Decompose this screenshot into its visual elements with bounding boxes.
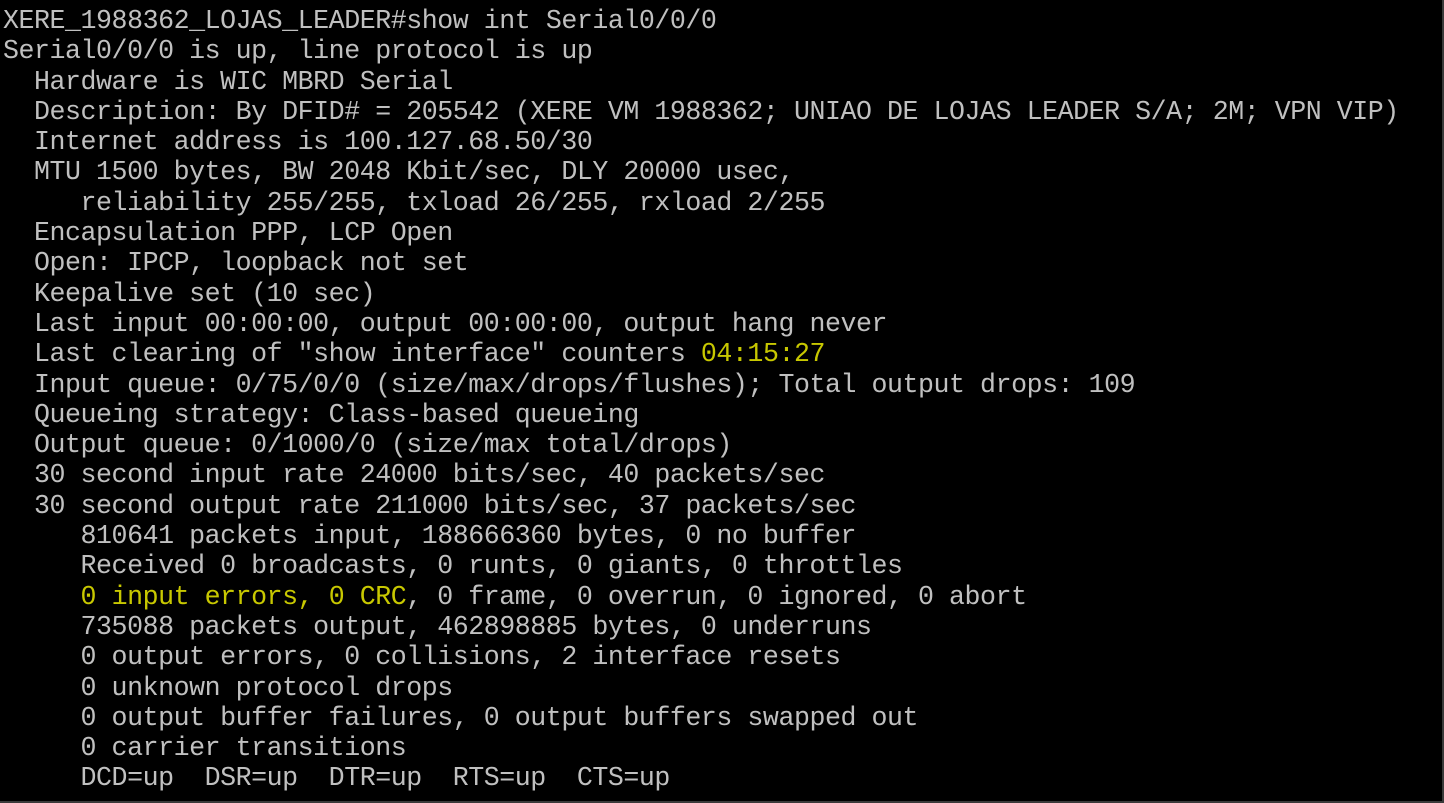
output-line: 0 output buffer failures, 0 output buffe… xyxy=(3,702,919,733)
output-line: Internet address is 100.127.68.50/30 xyxy=(3,127,593,158)
output-line: DCD=up DSR=up DTR=up RTS=up CTS=up xyxy=(3,763,671,794)
output-line: Received 0 broadcasts, 0 runts, 0 giants… xyxy=(3,551,903,582)
input-errors-rest: , 0 frame, 0 overrun, 0 ignored, 0 abort xyxy=(406,581,1027,612)
output-line: Last input 00:00:00, output 00:00:00, ou… xyxy=(3,308,888,339)
last-clearing-line: Last clearing of "show interface" counte… xyxy=(3,339,1442,369)
output-line: Serial0/0/0 is up, line protocol is up xyxy=(3,36,593,67)
output-line: Keepalive set (10 sec) xyxy=(3,278,376,309)
output-line: 0 unknown protocol drops xyxy=(3,672,454,703)
last-clearing-label: Last clearing of "show interface" counte… xyxy=(3,339,701,370)
input-errors-indent xyxy=(3,582,81,612)
output-line: 30 second input rate 24000 bits/sec, 40 … xyxy=(3,460,825,491)
output-line: Description: By DFID# = 205542 (XERE VM … xyxy=(3,96,1399,127)
output-line: reliability 255/255, txload 26/255, rxlo… xyxy=(3,187,826,218)
output-line: Queueing strategy: Class-based queueing xyxy=(3,399,639,430)
output-line: 810641 packets input, 188666360 bytes, 0… xyxy=(3,521,857,552)
output-line: Output queue: 0/1000/0 (size/max total/d… xyxy=(3,430,732,461)
output-line: Open: IPCP, loopback not set xyxy=(3,248,469,279)
command-line: XERE_1988362_LOJAS_LEADER#show int Seria… xyxy=(3,6,1442,36)
output-line: Hardware is WIC MBRD Serial xyxy=(3,66,453,97)
output-line: 735088 packets output, 462898885 bytes, … xyxy=(3,611,872,642)
terminal-window[interactable]: XERE_1988362_LOJAS_LEADER#show int Seria… xyxy=(0,0,1444,803)
output-line: Input queue: 0/75/0/0 (size/max/drops/fl… xyxy=(3,369,1136,400)
input-errors-line: 0 input errors, 0 CRC, 0 frame, 0 overru… xyxy=(3,582,1442,612)
output-line: 0 output errors, 0 collisions, 2 interfa… xyxy=(3,642,841,673)
input-errors-highlight: 0 input errors, 0 CRC xyxy=(80,581,407,612)
output-line: Encapsulation PPP, LCP Open xyxy=(3,218,453,249)
prompt: XERE_1988362_LOJAS_LEADER# xyxy=(3,6,407,36)
output-line: 30 second output rate 211000 bits/sec, 3… xyxy=(3,490,856,521)
output-line: MTU 1500 bytes, BW 2048 Kbit/sec, DLY 20… xyxy=(3,157,794,188)
last-clearing-time: 04:15:27 xyxy=(700,339,826,370)
output-line: 0 carrier transitions xyxy=(3,733,407,764)
command-text: show int Serial0/0/0 xyxy=(406,6,717,36)
